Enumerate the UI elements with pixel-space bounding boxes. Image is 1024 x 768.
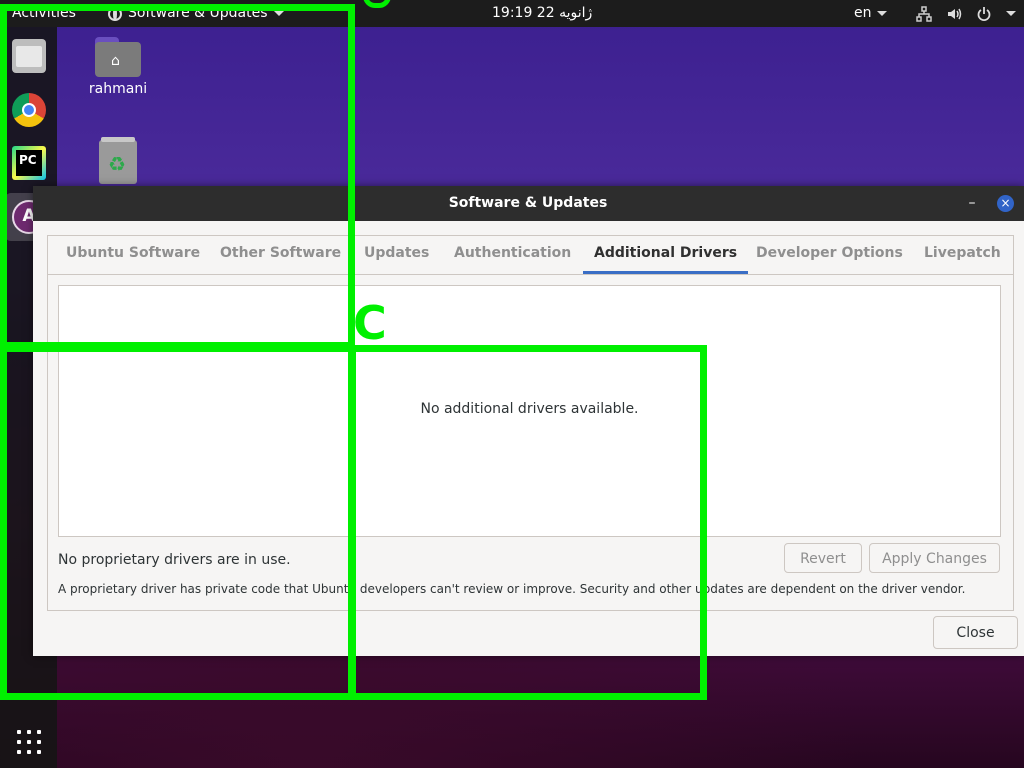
tab-developer-options[interactable]: Developer Options — [745, 236, 914, 274]
clock[interactable]: 19:19 22 ژانویه — [492, 0, 592, 27]
top-bar: Activities Software & Updates 19:19 22 ژ… — [0, 0, 1024, 27]
chevron-down-icon — [273, 11, 284, 16]
tab-livepatch[interactable]: Livepatch — [913, 236, 1012, 274]
window-title: Software & Updates — [448, 195, 608, 211]
tab-bar: Ubuntu Software Other Software Updates A… — [48, 236, 1013, 275]
network-icon — [916, 5, 932, 22]
chevron-down-icon — [876, 11, 887, 16]
pycharm-icon[interactable]: PC — [12, 146, 46, 180]
activities-button[interactable]: Activities — [12, 0, 76, 27]
close-button[interactable]: Close — [933, 616, 1018, 649]
system-menu[interactable] — [916, 0, 1016, 27]
tab-updates[interactable]: Updates — [353, 236, 440, 274]
revert-button[interactable]: Revert — [784, 543, 862, 573]
close-icon[interactable]: × — [997, 195, 1014, 212]
tab-ubuntu-software[interactable]: Ubuntu Software — [55, 236, 211, 274]
files-icon[interactable] — [12, 39, 46, 73]
language-selector[interactable]: en — [854, 0, 887, 27]
tab-authentication[interactable]: Authentication — [443, 236, 582, 274]
power-icon — [977, 6, 991, 21]
home-folder-icon[interactable]: ⌂ — [95, 37, 141, 77]
driver-status: No proprietary drivers are in use. — [58, 552, 291, 568]
software-updates-window: Software & Updates – × Ubuntu Software O… — [33, 186, 1024, 656]
chrome-icon[interactable] — [12, 93, 46, 127]
volume-icon — [948, 8, 962, 19]
app-menu[interactable]: Software & Updates — [108, 0, 284, 27]
tab-other-software[interactable]: Other Software — [209, 236, 352, 274]
chevron-down-icon — [1006, 11, 1016, 16]
notebook: Ubuntu Software Other Software Updates A… — [47, 235, 1014, 611]
window-titlebar[interactable]: Software & Updates – × — [33, 186, 1024, 221]
drivers-list[interactable]: No additional drivers available. — [58, 285, 1001, 537]
proprietary-note: A proprietary driver has private code th… — [58, 582, 966, 596]
trash-icon[interactable]: ♻ — [99, 137, 137, 184]
language-label: en — [854, 5, 872, 21]
apply-changes-button[interactable]: Apply Changes — [869, 543, 1000, 573]
tab-additional-drivers[interactable]: Additional Drivers — [583, 236, 749, 274]
minimize-button[interactable]: – — [965, 194, 979, 212]
overlay-letter: C — [353, 296, 387, 350]
drivers-message: No additional drivers available. — [420, 401, 639, 417]
home-folder-label: rahmani — [88, 81, 148, 97]
globe-icon — [108, 6, 122, 21]
app-menu-label: Software & Updates — [128, 5, 268, 21]
pycharm-text: PC — [19, 153, 37, 167]
grid-icon[interactable] — [17, 730, 41, 754]
